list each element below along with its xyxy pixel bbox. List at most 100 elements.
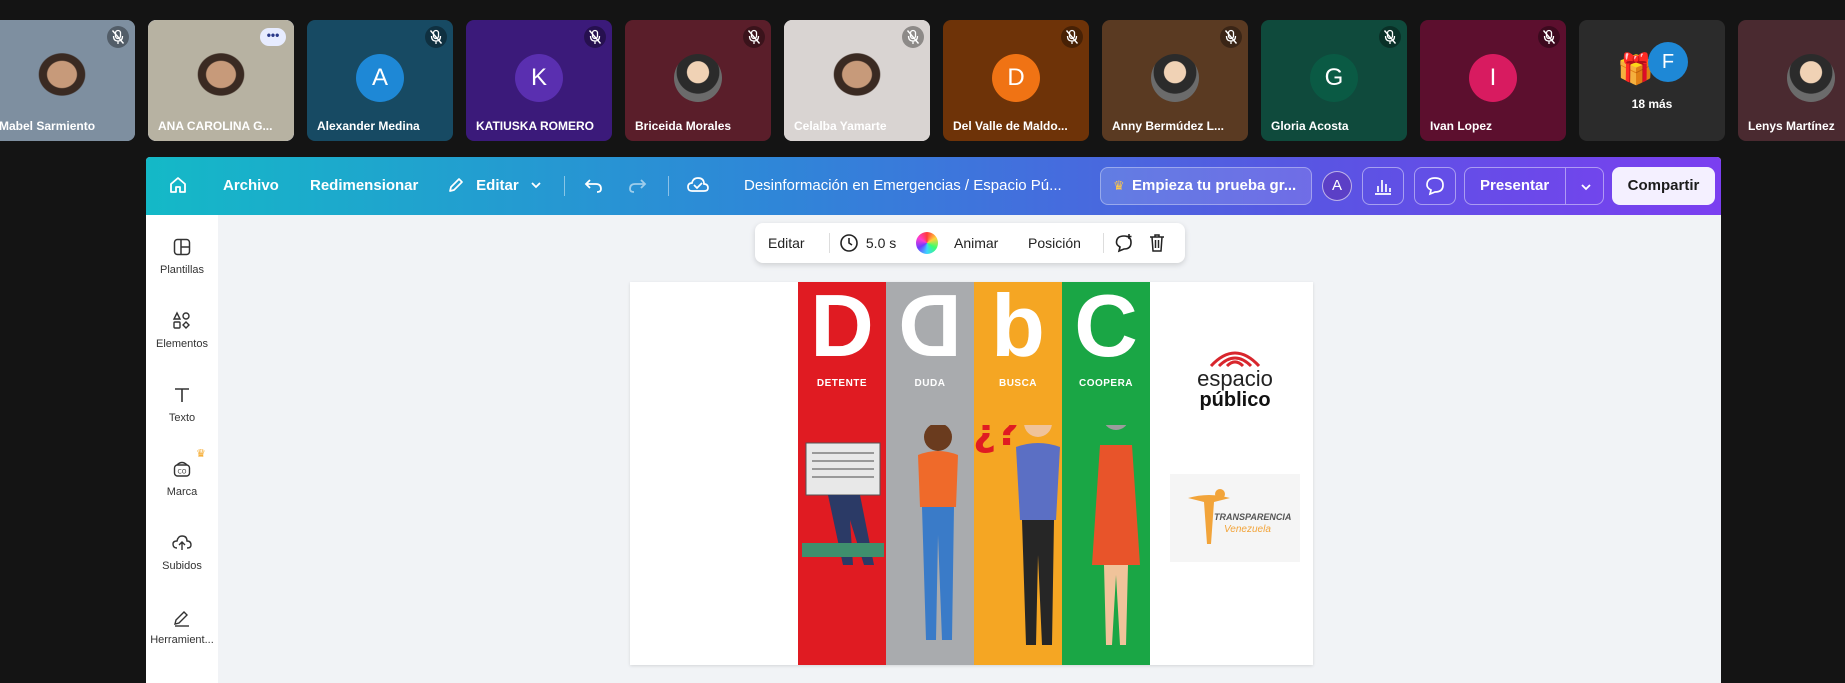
- sidebar-item-label: Plantillas: [159, 264, 205, 276]
- mic-muted-icon: [1220, 26, 1242, 48]
- participant-avatar: G: [1310, 54, 1358, 102]
- mic-muted-icon: [743, 26, 765, 48]
- comment-add-icon: [1115, 233, 1132, 253]
- participant-name: Mabel Sarmiento: [0, 119, 96, 133]
- left-sidebar: Plantillas Elementos Texto ♛ CO Marca Su…: [146, 215, 218, 683]
- user-avatar[interactable]: A: [1322, 171, 1352, 201]
- clock-icon: [840, 233, 858, 252]
- sidebar-item-herramientas[interactable]: Herramient...: [146, 599, 218, 663]
- svg-text:¿?: ¿?: [973, 425, 1019, 455]
- participant-avatar: I: [1469, 54, 1517, 102]
- espacio-publico-logo: espacio público: [1175, 344, 1295, 424]
- edit-element-button[interactable]: Editar: [768, 223, 805, 263]
- signal-icon: [1209, 351, 1261, 368]
- editar-menu[interactable]: Editar: [446, 157, 543, 215]
- color-picker-button[interactable]: [916, 232, 938, 254]
- band-letter: D: [898, 282, 962, 375]
- tools-icon: [174, 611, 189, 627]
- divider: [829, 233, 830, 253]
- undo-button[interactable]: [583, 157, 605, 215]
- cloud-upload-icon: [172, 535, 192, 550]
- participant-tile[interactable]: Lenys Martínez: [1738, 20, 1845, 141]
- participant-tile[interactable]: I Ivan Lopez: [1420, 20, 1566, 141]
- editor-topbar: Archivo Redimensionar Editar Desinformac…: [146, 157, 1721, 215]
- participant-tile[interactable]: Briceida Morales: [625, 20, 771, 141]
- band-label: COOPERA: [1078, 378, 1134, 389]
- text-icon: [175, 388, 189, 402]
- people-illustration: ¿?: [802, 425, 1140, 645]
- participant-name: Anny Bermúdez L...: [1112, 119, 1225, 133]
- divider: [564, 176, 565, 196]
- band-letter: b: [991, 282, 1045, 375]
- svg-text:CO: CO: [178, 469, 187, 476]
- sidebar-item-texto[interactable]: Texto: [146, 377, 218, 441]
- chevron-down-icon: [531, 181, 541, 188]
- participant-name: Lenys Martínez: [1748, 119, 1835, 133]
- band-letter: D: [810, 282, 874, 375]
- home-button[interactable]: [168, 157, 188, 215]
- more-options-icon[interactable]: •••: [260, 28, 286, 46]
- sidebar-item-subidos[interactable]: Subidos: [146, 525, 218, 589]
- sidebar-item-plantillas[interactable]: Plantillas: [146, 229, 218, 293]
- trial-label: Empieza tu prueba gr...: [1132, 177, 1297, 194]
- present-button[interactable]: Presentar: [1464, 167, 1604, 205]
- sidebar-item-label: Marca: [166, 486, 198, 498]
- participant-photo: [1787, 54, 1835, 102]
- slide-canvas[interactable]: D DETENTE D DUDA b BUSCA C COOPERA ¿? es…: [630, 282, 1313, 665]
- participant-name: Gloria Acosta: [1271, 119, 1349, 133]
- crown-icon: ♛: [1113, 178, 1125, 193]
- participant-tile[interactable]: Mabel Sarmiento: [0, 20, 135, 141]
- mic-muted-icon: [902, 26, 924, 48]
- participant-name: Ivan Lopez: [1430, 119, 1493, 133]
- editar-label: Editar: [476, 177, 519, 194]
- sidebar-item-label: Herramient...: [150, 634, 214, 646]
- document-title[interactable]: Desinformación en Emergencias / Espacio …: [744, 157, 1062, 215]
- comments-button[interactable]: [1414, 167, 1456, 205]
- position-button[interactable]: Posición: [1028, 223, 1081, 263]
- save-status-button[interactable]: [686, 157, 710, 215]
- home-icon: [170, 176, 186, 193]
- mic-muted-icon: [425, 26, 447, 48]
- duration-button[interactable]: 5.0 s: [839, 223, 896, 263]
- participant-tile[interactable]: D Del Valle de Maldo...: [943, 20, 1089, 141]
- delete-button[interactable]: [1147, 223, 1167, 263]
- canva-editor: Archivo Redimensionar Editar Desinformac…: [146, 157, 1721, 683]
- participant-tile[interactable]: A Alexander Medina: [307, 20, 453, 141]
- redo-icon: [629, 178, 647, 193]
- participant-name: Celalba Yamarte: [794, 119, 887, 133]
- redimensionar-menu[interactable]: Redimensionar: [310, 157, 418, 215]
- pencil-icon: [449, 177, 463, 192]
- insights-button[interactable]: [1362, 167, 1404, 205]
- participant-tile[interactable]: Anny Bermúdez L...: [1102, 20, 1248, 141]
- logo-text-line1: TRANSPARENCIA: [1214, 512, 1292, 522]
- participant-avatar: F: [1648, 42, 1688, 82]
- add-comment-button[interactable]: [1113, 223, 1135, 263]
- participant-name: Alexander Medina: [317, 119, 420, 133]
- participant-tile[interactable]: Celalba Yamarte: [784, 20, 930, 141]
- sidebar-item-elementos[interactable]: Elementos: [146, 303, 218, 367]
- shapes-icon: [172, 311, 190, 329]
- mic-muted-icon: [1379, 26, 1401, 48]
- redo-button[interactable]: [626, 157, 648, 215]
- trial-button[interactable]: ♛ Empieza tu prueba gr...: [1100, 167, 1312, 205]
- undo-icon: [584, 178, 602, 193]
- sidebar-item-label: Subidos: [162, 560, 202, 572]
- participant-name: 18 más: [1631, 97, 1673, 111]
- band-label: BUSCA: [998, 378, 1038, 389]
- animate-button[interactable]: Animar: [954, 223, 998, 263]
- crown-icon: ♛: [196, 448, 206, 460]
- participant-strip: Mabel Sarmiento ••• ANA CAROLINA G... A Alex…: [0, 0, 1845, 152]
- sidebar-item-marca[interactable]: ♛ CO Marca: [146, 448, 218, 515]
- logo-text-line2: Venezuela: [1224, 524, 1271, 535]
- participant-tile[interactable]: G Gloria Acosta: [1261, 20, 1407, 141]
- archivo-menu[interactable]: Archivo: [223, 157, 279, 215]
- participant-tile[interactable]: ••• ANA CAROLINA G...: [148, 20, 294, 141]
- participant-tile[interactable]: 🎁 F 18 más: [1579, 20, 1725, 141]
- participant-tile[interactable]: K KATIUSKA ROMERO: [466, 20, 612, 141]
- participant-name: Del Valle de Maldo...: [953, 119, 1068, 133]
- participant-name: ANA CAROLINA G...: [158, 119, 273, 133]
- duration-value: 5.0 s: [865, 235, 897, 251]
- share-button[interactable]: Compartir: [1612, 167, 1715, 205]
- chevron-down-icon[interactable]: [1579, 180, 1593, 194]
- element-toolbar: Editar 5.0 s Animar Posición: [755, 223, 1185, 263]
